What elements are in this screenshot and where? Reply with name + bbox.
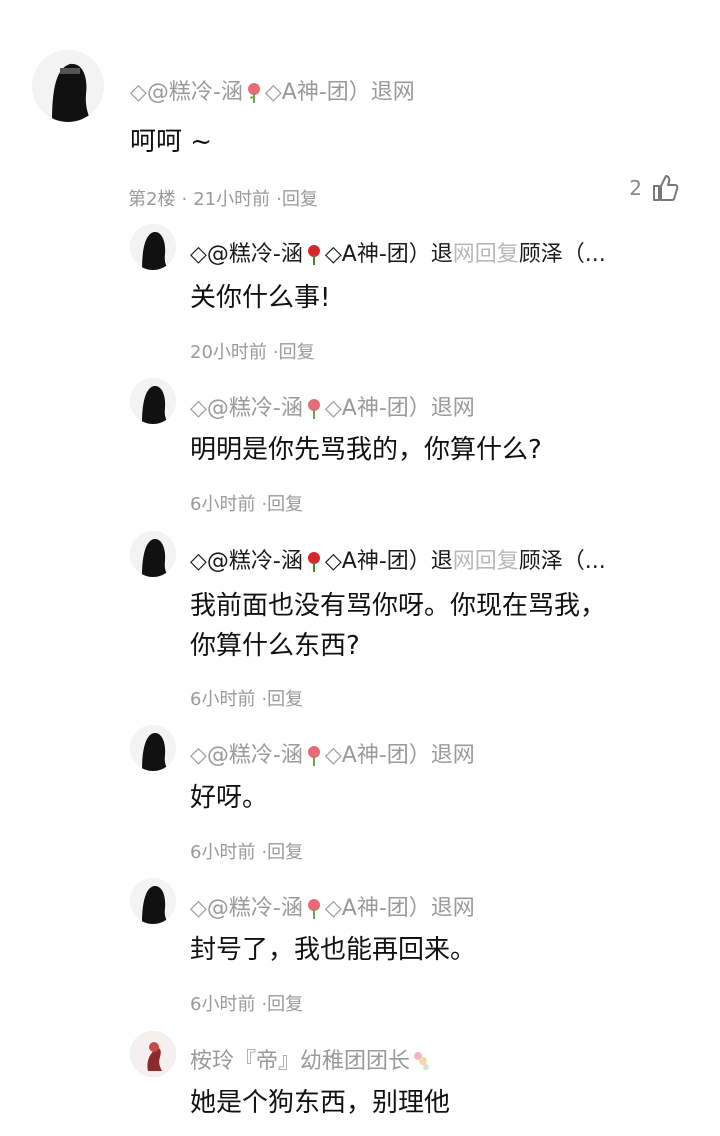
timestamp: 6小时前: [190, 494, 256, 515]
avatar-image: [130, 224, 176, 270]
reply-meta: 6小时前 ·回复: [190, 490, 303, 516]
author-name: ◇@糕冷-涵: [190, 396, 303, 421]
avatar-image: [130, 878, 176, 924]
reply-author[interactable]: ◇@糕冷-涵 ◇A神-团）退网回复顾泽（...: [190, 236, 670, 268]
avatar-image: [32, 50, 104, 122]
reply-button[interactable]: ·回复: [261, 842, 303, 863]
reply-meta: 20小时前 ·回复: [190, 338, 315, 364]
avatar-image: [130, 725, 176, 771]
author-name: ◇@糕冷-涵: [190, 743, 303, 768]
reply-to-label: 网回复: [452, 242, 519, 267]
comment-meta: 第2楼 · 21小时前 ·回复: [128, 189, 318, 210]
author-name: ◇@糕冷-涵: [190, 896, 303, 921]
reply-text: 她是个狗东西，别理他: [190, 1088, 451, 1118]
avatar[interactable]: [130, 378, 176, 424]
reply-text: 我前面也没有骂你呀。你现在骂我， 你算什么东西?: [190, 586, 606, 666]
reply-text: 好呀。: [190, 783, 269, 813]
author-suffix: ◇A神-团）退网: [324, 896, 475, 921]
avatar[interactable]: [130, 725, 176, 771]
thumbs-up-icon: [653, 175, 679, 201]
author-name: 桉玲『帝』幼稚团团长: [190, 1049, 411, 1074]
author-name: ◇@糕冷-涵: [130, 80, 243, 105]
reply-to-label: 网回复: [452, 549, 519, 574]
author-suffix: ◇A神-团）退网: [264, 80, 415, 105]
like-button[interactable]: 2: [629, 173, 680, 203]
author-name: ◇@糕冷-涵: [190, 242, 303, 267]
reply-author[interactable]: ◇@糕冷-涵 ◇A神-团）退网: [190, 890, 475, 922]
reply-author[interactable]: ◇@糕冷-涵 ◇A神-团）退网: [190, 737, 475, 769]
author-suffix: ◇A神-团）退: [324, 242, 453, 267]
reply-text-line: 你算什么东西?: [190, 631, 360, 661]
tanghulu-icon: [412, 1050, 430, 1072]
author-suffix: ◇A神-团）退网: [324, 743, 475, 768]
reply-target[interactable]: 顾泽（...: [519, 242, 606, 267]
reply-button[interactable]: ·回复: [261, 689, 303, 710]
avatar-image: [130, 378, 176, 424]
timestamp: 21小时前: [193, 189, 271, 210]
reply-meta: 6小时前 ·回复: [190, 685, 303, 711]
reply-target[interactable]: 顾泽（...: [519, 549, 606, 574]
author-suffix: ◇A神-团）退网: [324, 396, 475, 421]
avatar-image: [130, 1031, 176, 1077]
avatar[interactable]: [130, 1031, 176, 1077]
avatar[interactable]: [130, 224, 176, 270]
rose-icon: [305, 897, 323, 919]
reply-text: 关你什么事!: [190, 283, 331, 313]
reply-meta: 6小时前 ·回复: [190, 838, 303, 864]
comment-author[interactable]: ◇@糕冷-涵 ◇A神-团）退网: [130, 74, 415, 106]
author-name: ◇@糕冷-涵: [190, 549, 303, 574]
rose-icon: [305, 744, 323, 766]
author-suffix: ◇A神-团）退: [324, 549, 453, 574]
timestamp: 6小时前: [190, 994, 256, 1015]
avatar[interactable]: [130, 531, 176, 577]
rose-icon: [305, 550, 323, 572]
rose-icon: [305, 397, 323, 419]
reply-author[interactable]: 桉玲『帝』幼稚团团长: [190, 1043, 432, 1075]
reply-author[interactable]: ◇@糕冷-涵 ◇A神-团）退网: [190, 390, 475, 422]
reply-button[interactable]: ·回复: [261, 494, 303, 515]
reply-text-line: 我前面也没有骂你呀。你现在骂我，: [190, 591, 607, 621]
floor-label: 第2楼: [128, 189, 176, 210]
reply-author[interactable]: ◇@糕冷-涵 ◇A神-团）退网回复顾泽（...: [190, 543, 670, 575]
timestamp: 6小时前: [190, 842, 256, 863]
rose-icon: [245, 81, 263, 103]
reply-button[interactable]: ·回复: [273, 342, 315, 363]
rose-icon: [305, 243, 323, 265]
reply-text: 封号了，我也能再回来。: [190, 935, 477, 965]
reply-text: 明明是你先骂我的，你算什么?: [190, 435, 542, 465]
avatar[interactable]: [32, 50, 104, 122]
reply-button[interactable]: ·回复: [276, 189, 318, 210]
comment-text: 呵呵 ~: [130, 127, 213, 157]
reply-meta: 6小时前 ·回复: [190, 990, 303, 1016]
reply-button[interactable]: ·回复: [261, 994, 303, 1015]
timestamp: 6小时前: [190, 689, 256, 710]
avatar-image: [130, 531, 176, 577]
avatar[interactable]: [130, 878, 176, 924]
timestamp: 20小时前: [190, 342, 267, 363]
like-count: 2: [629, 176, 642, 200]
